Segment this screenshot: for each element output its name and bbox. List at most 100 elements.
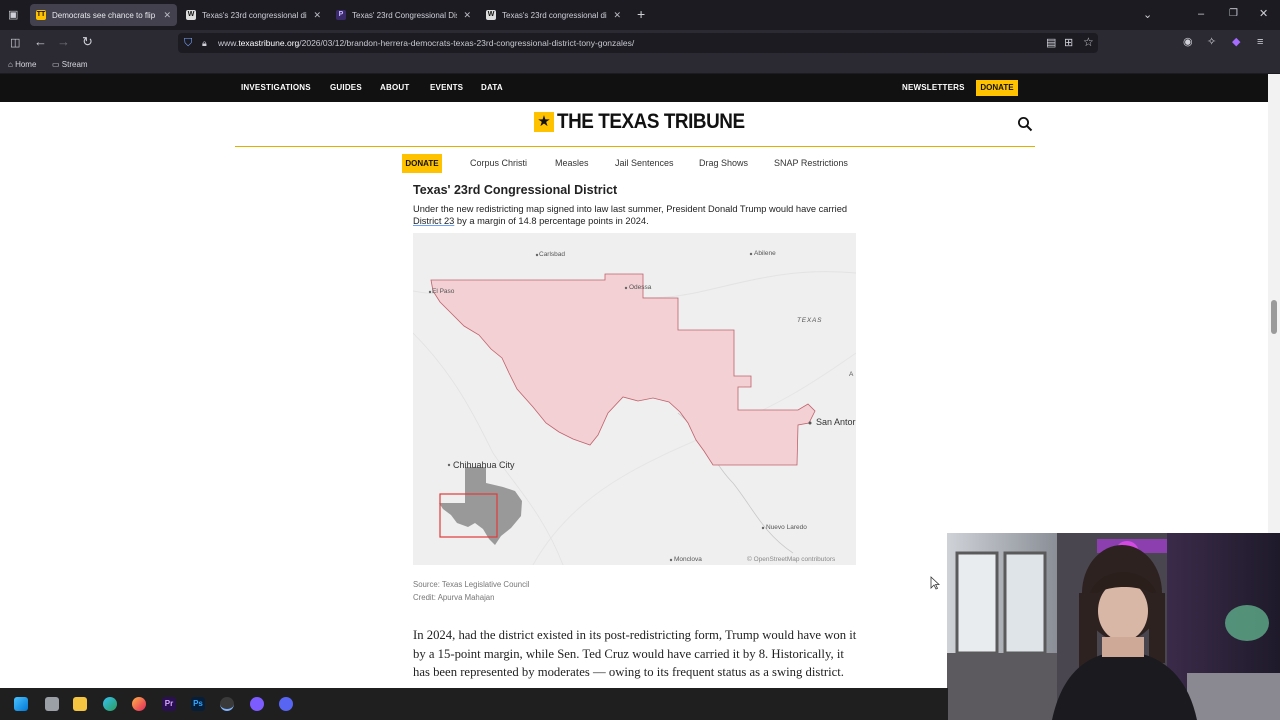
texas-tribune-favicon-icon: TT bbox=[36, 10, 46, 20]
map-attribution[interactable]: © OpenStreetMap contributors bbox=[747, 556, 835, 563]
firefox-icon[interactable] bbox=[132, 697, 146, 711]
site-logo[interactable]: ★ THE TEXAS TRIBUNE bbox=[534, 110, 766, 134]
url-host: texastribune.org bbox=[238, 38, 300, 48]
folder-icon: ▭ bbox=[52, 60, 62, 69]
map-canvas bbox=[413, 252, 856, 565]
tab-wikipedia-2[interactable]: W Texas's 23rd congressional distr… ✕ bbox=[480, 4, 627, 26]
url-prefix: www. bbox=[218, 38, 239, 48]
map-label-nuevo-laredo: Nuevo Laredo bbox=[766, 524, 807, 531]
map-label-san-antonio: San Antor bbox=[816, 417, 856, 427]
photoshop-icon[interactable]: Ps bbox=[191, 697, 205, 711]
source-line: Source: Texas Legislative Council bbox=[413, 580, 530, 589]
menu-icon[interactable]: ≡ bbox=[1257, 35, 1263, 49]
tab-democrats[interactable]: TT Democrats see chance to flip 2… ✕ bbox=[30, 4, 177, 26]
os-taskbar: Pr Ps bbox=[0, 688, 948, 720]
search-icon[interactable] bbox=[1017, 116, 1033, 132]
bookmark-star-icon[interactable]: ☆ bbox=[1083, 35, 1094, 49]
folder-icon[interactable] bbox=[73, 697, 87, 711]
nav-data[interactable]: DATA bbox=[481, 83, 503, 92]
windows-icon[interactable] bbox=[14, 697, 28, 711]
map-label-texas: TEXAS bbox=[797, 317, 823, 324]
bookmark-home[interactable]: ⌂ Home bbox=[8, 58, 36, 72]
close-tab-icon[interactable]: ✕ bbox=[613, 10, 621, 21]
nav-investigations[interactable]: INVESTIGATIONS bbox=[241, 83, 311, 92]
map-label-carlsbad: Carlsbad bbox=[539, 251, 566, 258]
nav-events[interactable]: EVENTS bbox=[430, 83, 463, 92]
reload-icon[interactable]: ↻ bbox=[82, 35, 93, 49]
map-label-monclova: Monclova bbox=[674, 556, 702, 563]
graphic-title: Texas' 23rd Congressional District bbox=[413, 183, 618, 197]
article-paragraph: In 2024, had the district existed in its… bbox=[413, 628, 857, 679]
lock-icon[interactable]: 🔒︎ bbox=[202, 36, 207, 50]
header-divider bbox=[235, 146, 1035, 147]
map-label-abilene: Abilene bbox=[754, 250, 776, 257]
pocket-icon[interactable]: ⊞ bbox=[1064, 36, 1073, 50]
tab-ballotpedia[interactable]: P Texas' 23rd Congressional Distr… ✕ bbox=[330, 4, 477, 26]
tab-list-chevron-icon[interactable]: ⌄ bbox=[1143, 8, 1152, 22]
sidebar-icon[interactable]: ◫ bbox=[10, 36, 20, 50]
tab-overview-icon[interactable]: ▣ bbox=[8, 8, 18, 22]
app-icon[interactable] bbox=[250, 697, 264, 711]
graphic-description: Under the new redistricting map signed i… bbox=[413, 204, 848, 226]
minimize-icon[interactable]: – bbox=[1198, 7, 1204, 21]
nav-guides[interactable]: GUIDES bbox=[330, 83, 362, 92]
topic-subnav: DONATE Corpus Christi Measles Jail Sente… bbox=[0, 154, 1268, 174]
account-icon[interactable]: ◉ bbox=[1183, 35, 1193, 49]
premiere-icon[interactable]: Pr bbox=[162, 697, 176, 711]
donate-button[interactable]: DONATE bbox=[976, 80, 1018, 96]
new-tab-icon[interactable]: + bbox=[637, 7, 645, 21]
tab-title: Texas's 23rd congressional distr… bbox=[202, 10, 307, 20]
district-23-link[interactable]: District 23 bbox=[413, 216, 454, 226]
wikipedia-favicon-icon: W bbox=[486, 10, 496, 20]
tab-title: Texas' 23rd Congressional Distr… bbox=[352, 10, 457, 20]
browser-tab-bar: ▣ TT Democrats see chance to flip 2… ✕ W… bbox=[0, 0, 1280, 30]
map-label-chihuahua-city: Chihuahua City bbox=[453, 460, 515, 470]
graphic-source: Source: Texas Legislative Council Credit… bbox=[413, 579, 529, 604]
webcam-overlay bbox=[947, 533, 1280, 720]
close-tab-icon[interactable]: ✕ bbox=[463, 10, 471, 21]
subnav-corpus-christi[interactable]: Corpus Christi bbox=[470, 158, 527, 168]
screen: ▣ TT Democrats see chance to flip 2… ✕ W… bbox=[0, 0, 1280, 720]
map-label-odessa: Odessa bbox=[629, 284, 652, 291]
nav-newsletters[interactable]: NEWSLETTERS bbox=[902, 83, 965, 92]
texas-inset-shape bbox=[439, 467, 522, 545]
bookmarks-bar: ⌂ Home ▭ Stream bbox=[0, 56, 1280, 74]
browser-nav-bar: ◫ ← → ↻ ⛉ 🔒︎ www.texastribune.org/2026/0… bbox=[0, 30, 1280, 56]
map-label-el-paso: El Paso bbox=[432, 288, 455, 295]
subnav-jail-sentences[interactable]: Jail Sentences bbox=[615, 158, 674, 168]
close-tab-icon[interactable]: ✕ bbox=[163, 10, 171, 21]
bookmark-stream[interactable]: ▭ Stream bbox=[52, 58, 88, 72]
subnav-donate-button[interactable]: DONATE bbox=[402, 154, 442, 173]
edge-icon[interactable] bbox=[103, 697, 117, 711]
close-tab-icon[interactable]: ✕ bbox=[313, 10, 321, 21]
district-map[interactable]: Carlsbad Abilene El Paso Odessa TEXAS A … bbox=[413, 233, 856, 565]
ballotpedia-favicon-icon: P bbox=[336, 10, 346, 20]
map-label-edge-a: A bbox=[849, 371, 854, 378]
district-23-shape[interactable] bbox=[430, 273, 816, 466]
reader-view-icon[interactable]: ▤ bbox=[1046, 36, 1056, 50]
site-top-nav: INVESTIGATIONS GUIDES ABOUT EVENTS DATA … bbox=[0, 74, 1268, 102]
credit-line: Credit: Apurva Mahajan bbox=[413, 592, 495, 602]
forward-icon[interactable]: → bbox=[57, 35, 70, 49]
extension-gem-icon[interactable]: ◆ bbox=[1232, 35, 1240, 49]
tab-wikipedia-1[interactable]: W Texas's 23rd congressional distr… ✕ bbox=[180, 4, 327, 26]
url-bar[interactable]: ⛉ 🔒︎ www.texastribune.org/2026/03/12/bra… bbox=[178, 33, 1098, 53]
file-explorer-icon[interactable] bbox=[45, 697, 59, 711]
mouse-cursor-icon bbox=[930, 576, 940, 590]
scrollbar-thumb[interactable] bbox=[1271, 300, 1277, 334]
discord-icon[interactable] bbox=[279, 697, 293, 711]
subnav-drag-shows[interactable]: Drag Shows bbox=[699, 158, 748, 168]
obs-icon[interactable] bbox=[220, 697, 234, 711]
restore-icon[interactable]: ❐ bbox=[1229, 7, 1238, 21]
back-icon[interactable]: ← bbox=[34, 35, 47, 49]
subnav-snap-restrictions[interactable]: SNAP Restrictions bbox=[774, 158, 848, 168]
nav-about[interactable]: ABOUT bbox=[380, 83, 409, 92]
shield-icon[interactable]: ⛉ bbox=[184, 36, 192, 50]
close-window-icon[interactable]: ✕ bbox=[1259, 7, 1268, 21]
tab-title: Democrats see chance to flip 2… bbox=[52, 10, 157, 20]
subnav-measles[interactable]: Measles bbox=[555, 158, 589, 168]
star-logo-icon: ★ bbox=[534, 112, 554, 132]
logo-text: THE TEXAS TRIBUNE bbox=[557, 110, 745, 133]
wikipedia-favicon-icon: W bbox=[186, 10, 196, 20]
extensions-icon[interactable]: ✧ bbox=[1207, 35, 1216, 49]
